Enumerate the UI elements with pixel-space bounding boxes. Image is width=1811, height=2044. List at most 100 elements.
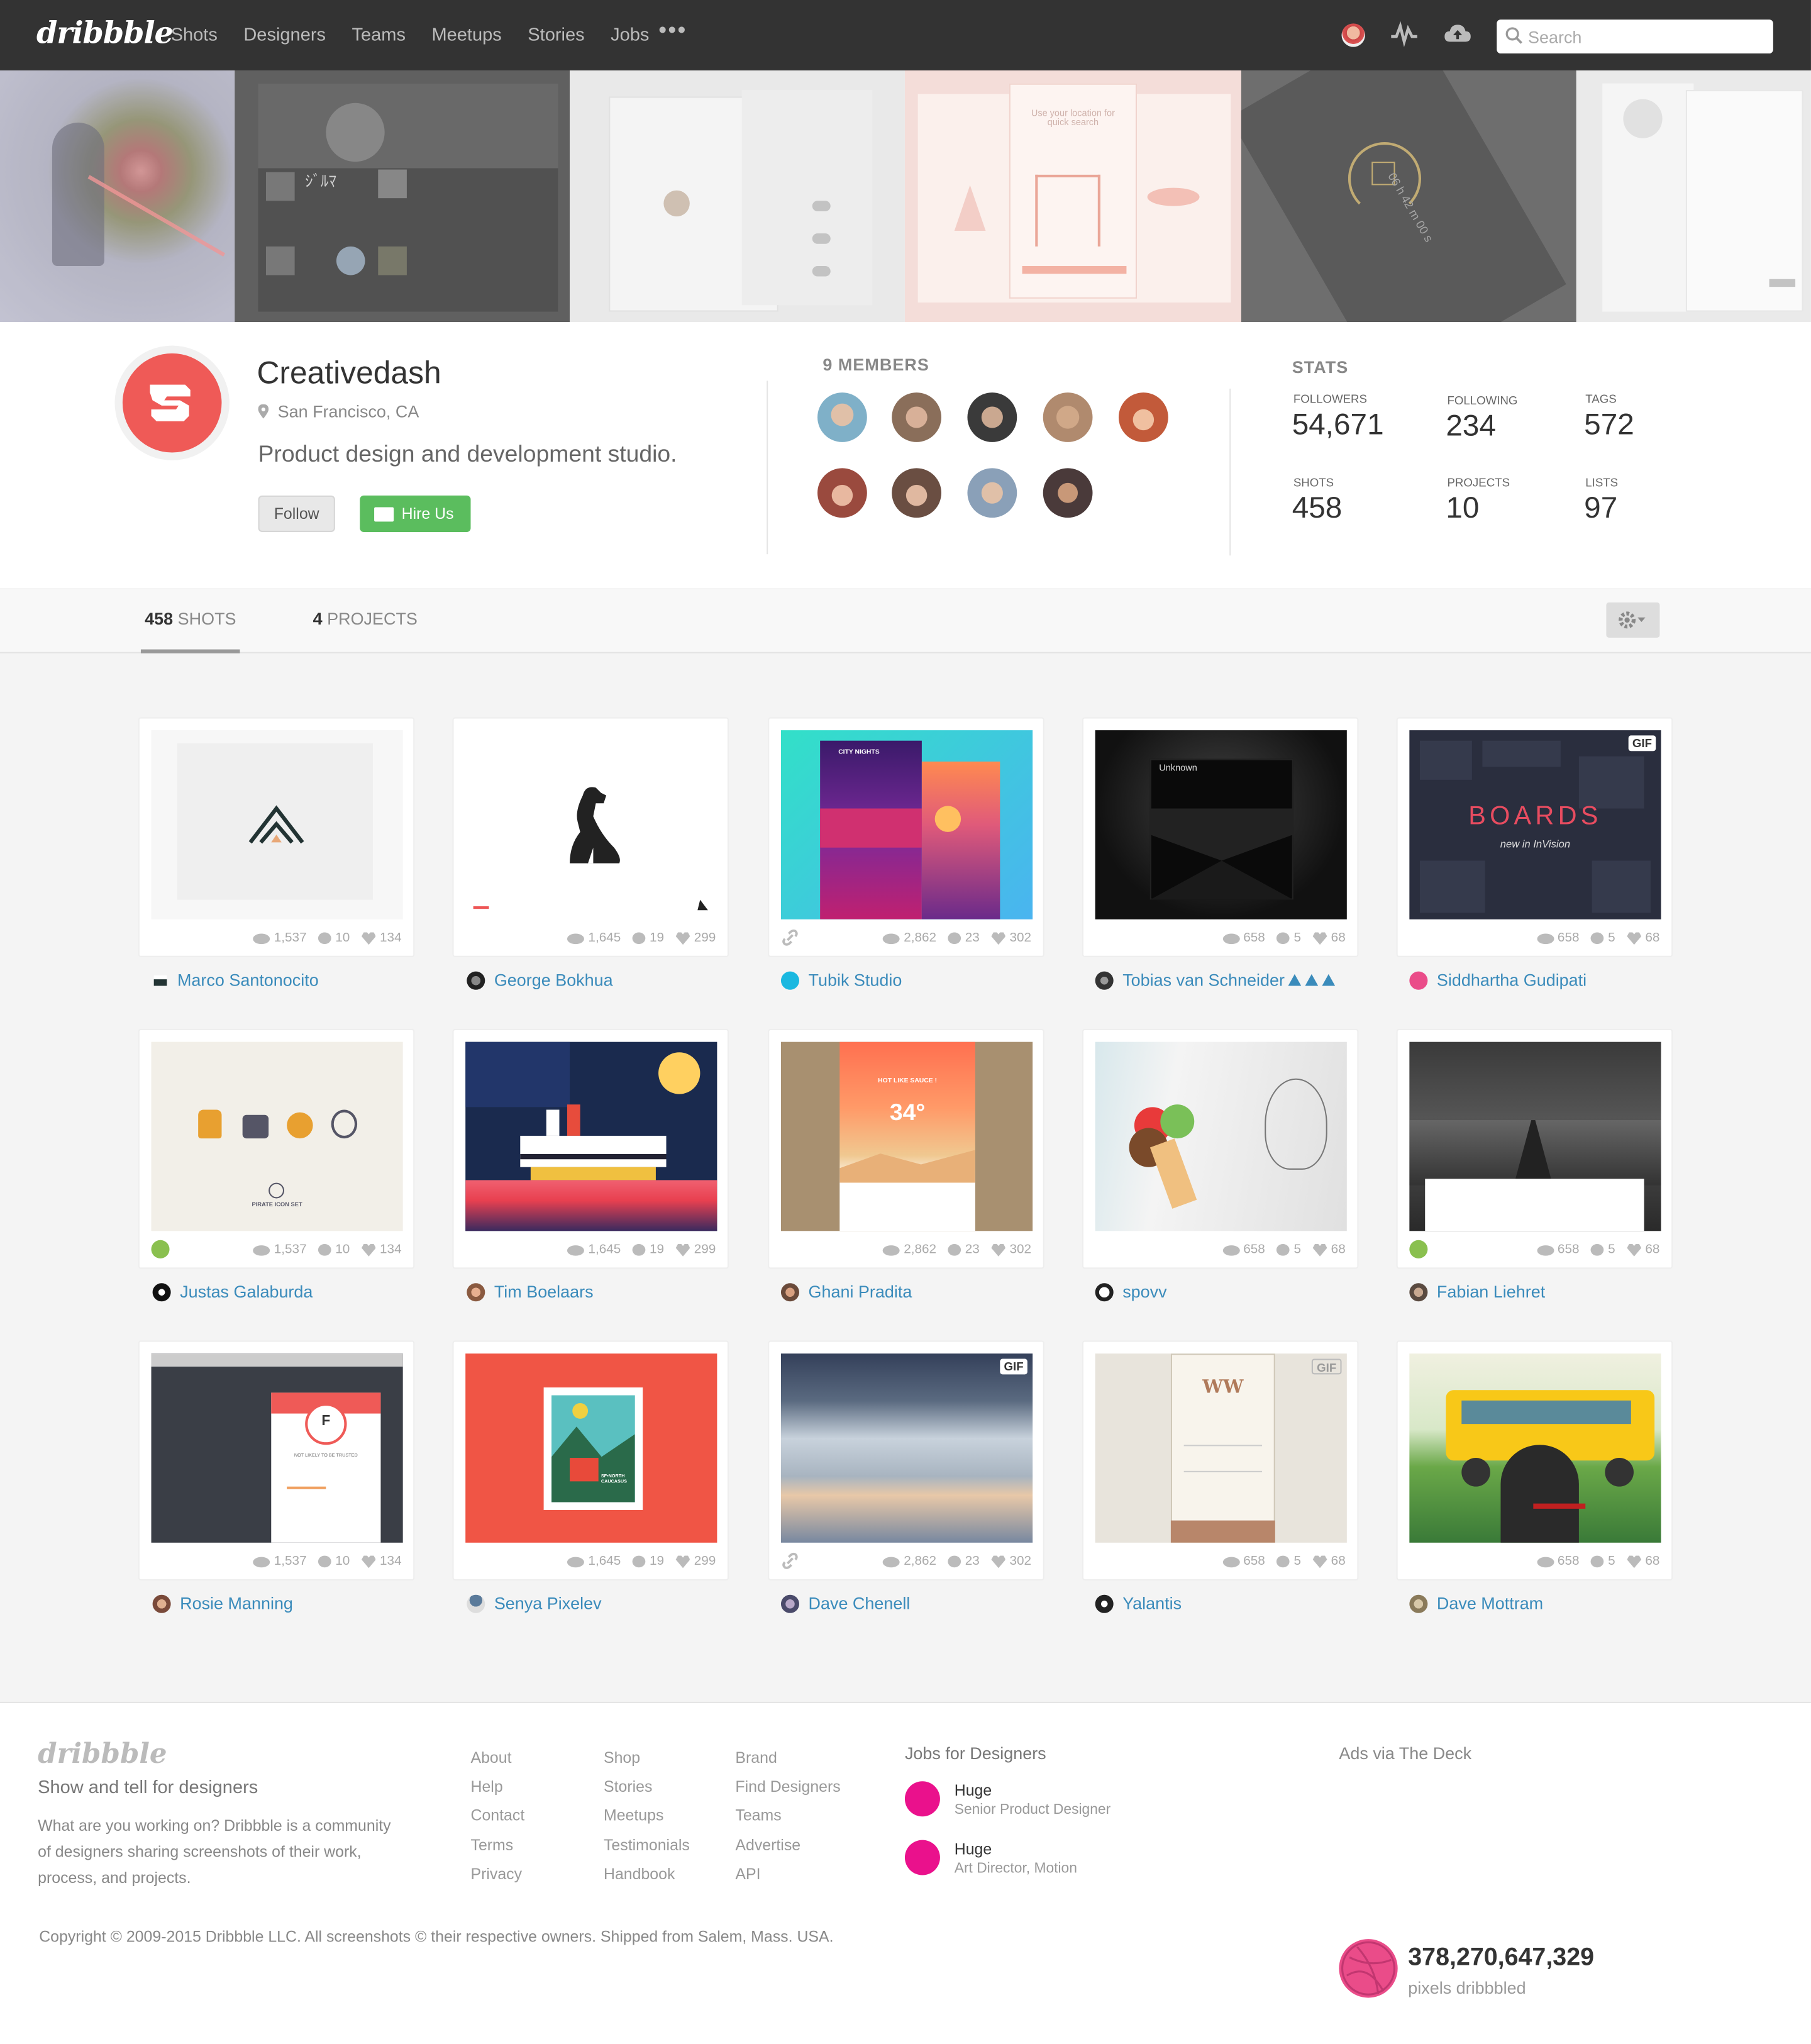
shot-card[interactable]: WW GIF 658 5 68 <box>1082 1340 1359 1580</box>
shot-author[interactable]: Dave Chenell <box>780 1594 910 1613</box>
likes-count[interactable]: 68 <box>1627 1243 1659 1257</box>
shot-card[interactable]: 1,645 19 299 <box>452 1028 729 1269</box>
member-avatar[interactable] <box>1118 392 1168 442</box>
shot-author[interactable]: Tubik Studio <box>780 970 902 990</box>
more-menu-icon[interactable]: ••• <box>658 17 687 45</box>
footer-link[interactable]: Privacy <box>470 1859 524 1888</box>
jobs-title[interactable]: Jobs for Designers <box>905 1743 1046 1763</box>
footer-link[interactable]: About <box>470 1743 524 1772</box>
shot-card[interactable]: HOT LIKE SAUCE ! 34° 2,862 23 302 <box>768 1028 1044 1269</box>
user-avatar[interactable] <box>1341 23 1365 47</box>
shot-author[interactable]: Siddhartha Gudipati <box>1409 970 1587 990</box>
likes-count[interactable]: 134 <box>361 931 402 945</box>
likes-count[interactable]: 68 <box>1312 1554 1346 1569</box>
stat-value-lists[interactable]: 97 <box>1584 491 1617 526</box>
nav-link-shots[interactable]: Shots <box>171 23 218 44</box>
shot-author[interactable]: Fabian Liehret <box>1409 1282 1545 1301</box>
footer-link[interactable]: Brand <box>735 1743 840 1772</box>
shot-card[interactable]: 658 5 68 <box>1396 1028 1673 1269</box>
stat-value-projects[interactable]: 10 <box>1446 491 1479 526</box>
footer-logo[interactable]: dribbble <box>38 1737 167 1770</box>
upload-cloud-icon[interactable] <box>1443 19 1472 48</box>
member-avatar[interactable] <box>967 392 1017 442</box>
shot-author[interactable]: spovv <box>1095 1282 1167 1301</box>
dribbble-logo[interactable]: dribbble <box>36 16 174 51</box>
member-avatar[interactable] <box>967 468 1017 518</box>
shot-thumbnail[interactable] <box>465 730 717 919</box>
shot-card[interactable]: CITY NIGHTS 2,862 23 302 <box>768 717 1044 957</box>
likes-count[interactable]: 68 <box>1627 931 1659 945</box>
shot-author[interactable]: Yalantis <box>1095 1594 1182 1613</box>
member-avatar[interactable] <box>892 468 941 518</box>
member-avatar[interactable] <box>1043 468 1093 518</box>
shot-card[interactable]: PIRATE ICON SET 1,537 10 134 <box>138 1028 415 1269</box>
nav-link-teams[interactable]: Teams <box>352 23 405 44</box>
shot-thumbnail[interactable]: BOARDS new in InVision GIF <box>1409 730 1661 919</box>
shot-card[interactable]: 658 5 68 <box>1082 1028 1359 1269</box>
shot-author[interactable]: Tim Boelaars <box>467 1282 594 1301</box>
stat-value-following[interactable]: 234 <box>1446 408 1496 443</box>
tab-shots[interactable]: 458 SHOTS <box>145 609 236 628</box>
shot-card[interactable]: 1,645 19 299 <box>452 717 729 957</box>
footer-link[interactable]: Handbook <box>604 1859 690 1888</box>
shot-thumbnail[interactable] <box>1409 1353 1661 1543</box>
footer-link[interactable]: Shop <box>604 1743 690 1772</box>
shot-card[interactable]: F NOT LIKELY TO BE TRUSTED 1,537 10 134 <box>138 1340 415 1580</box>
footer-link[interactable]: Contact <box>470 1801 524 1830</box>
nav-link-designers[interactable]: Designers <box>243 23 326 44</box>
shot-author[interactable]: Rosie Manning <box>152 1594 293 1613</box>
likes-count[interactable]: 68 <box>1627 1554 1659 1569</box>
member-avatar[interactable] <box>817 468 867 518</box>
tab-projects[interactable]: 4 PROJECTS <box>313 609 418 628</box>
shot-thumbnail[interactable] <box>1409 1041 1661 1231</box>
shot-thumbnail[interactable]: WW GIF <box>1095 1353 1347 1543</box>
shot-author[interactable]: Ghani Pradita <box>780 1282 912 1301</box>
stat-value-shots[interactable]: 458 <box>1292 491 1343 526</box>
ads-via-the-deck[interactable]: Ads via The Deck <box>1339 1743 1471 1763</box>
shot-author[interactable]: Senya Pixelev <box>467 1594 602 1613</box>
likes-count[interactable]: 134 <box>361 1554 402 1569</box>
likes-count[interactable]: 302 <box>991 1243 1031 1257</box>
shot-thumbnail[interactable]: Unknown <box>1095 730 1347 919</box>
shot-card[interactable]: 658 5 68 <box>1396 1340 1673 1580</box>
shot-author[interactable]: Marco Santonocito <box>153 970 319 990</box>
activity-icon[interactable] <box>1390 21 1419 47</box>
likes-count[interactable]: 299 <box>675 1554 716 1569</box>
likes-count[interactable]: 302 <box>991 1554 1031 1569</box>
shot-card[interactable]: 1,537 10 134 <box>138 717 415 957</box>
hire-us-button[interactable]: Hire Us <box>360 495 471 532</box>
likes-count[interactable]: 134 <box>361 1243 402 1257</box>
shot-thumbnail[interactable]: HOT LIKE SAUCE ! 34° <box>780 1041 1033 1231</box>
shot-thumbnail[interactable]: GIF <box>780 1353 1033 1543</box>
shot-author[interactable]: George Bokhua <box>467 970 613 990</box>
shot-thumbnail[interactable] <box>465 1041 717 1231</box>
member-avatar[interactable] <box>1043 392 1093 442</box>
shot-card[interactable]: SF•NORTH CAUCASUS 1,645 19 299 <box>452 1340 729 1580</box>
stat-value-followers[interactable]: 54,671 <box>1292 407 1384 442</box>
shot-thumbnail[interactable]: SF•NORTH CAUCASUS <box>465 1353 717 1543</box>
likes-count[interactable]: 299 <box>675 931 716 945</box>
footer-link[interactable]: Advertise <box>735 1830 840 1859</box>
likes-count[interactable]: 302 <box>991 931 1031 945</box>
footer-link[interactable]: Teams <box>735 1801 840 1830</box>
footer-link[interactable]: Testimonials <box>604 1830 690 1859</box>
footer-link[interactable]: API <box>735 1859 840 1888</box>
footer-link[interactable]: Find Designers <box>735 1772 840 1801</box>
shot-card[interactable]: BOARDS new in InVision GIF 658 5 68 <box>1396 717 1673 957</box>
likes-count[interactable]: 299 <box>675 1243 716 1257</box>
shot-thumbnail[interactable]: PIRATE ICON SET <box>151 1041 403 1231</box>
shot-author[interactable]: Justas Galaburda <box>152 1282 313 1301</box>
footer-link[interactable]: Help <box>470 1772 524 1801</box>
likes-count[interactable]: 68 <box>1312 1243 1346 1257</box>
member-avatar[interactable] <box>817 392 867 442</box>
shot-thumbnail[interactable] <box>1095 1041 1347 1231</box>
shot-thumbnail[interactable]: F NOT LIKELY TO BE TRUSTED <box>151 1353 403 1543</box>
footer-link[interactable]: Stories <box>604 1772 690 1801</box>
search-input[interactable]: Search <box>1497 19 1773 54</box>
footer-link[interactable]: Meetups <box>604 1801 690 1830</box>
nav-link-meetups[interactable]: Meetups <box>431 23 501 44</box>
shot-thumbnail[interactable]: CITY NIGHTS <box>780 730 1033 919</box>
nav-link-jobs[interactable]: Jobs <box>611 23 649 44</box>
settings-dropdown[interactable] <box>1606 602 1660 638</box>
shot-card[interactable]: Unknown 658 5 68 <box>1082 717 1359 957</box>
